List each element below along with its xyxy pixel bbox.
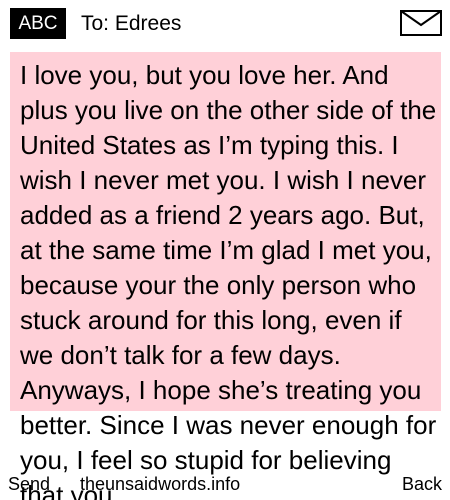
input-mode-badge[interactable]: ABC — [10, 8, 66, 39]
softkey-bar: Send theunsaidwords.info Back — [0, 472, 450, 500]
envelope-icon — [400, 10, 442, 36]
back-softkey[interactable]: Back — [402, 472, 442, 496]
send-softkey[interactable]: Send — [8, 472, 50, 496]
sms-compose-screen: ABC To: Edrees I love you, but you love … — [0, 0, 450, 500]
watermark-label: theunsaidwords.info — [80, 474, 241, 494]
message-body[interactable]: I love you, but you love her. And plus y… — [20, 58, 440, 500]
compose-header: ABC To: Edrees — [0, 0, 450, 46]
recipient-field[interactable]: To: Edrees — [81, 8, 181, 39]
